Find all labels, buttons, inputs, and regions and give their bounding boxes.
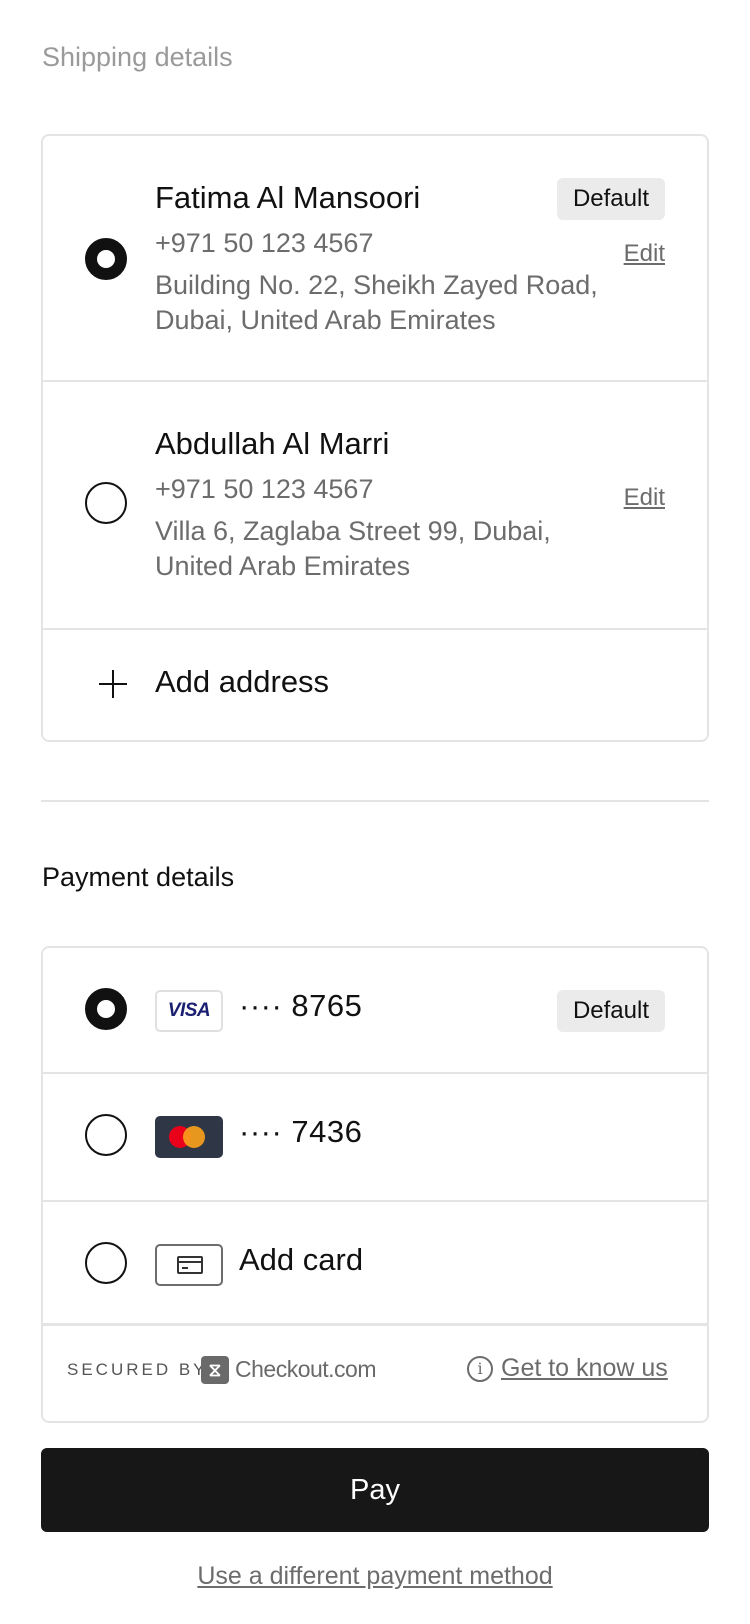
address-2-name: Abdullah Al Marri (155, 426, 390, 461)
address-option-1[interactable]: Fatima Al Mansoori +971 50 123 4567 Buil… (43, 136, 707, 382)
different-payment-method-link[interactable]: Use a different payment method (0, 1562, 750, 1591)
address-2-edit-link[interactable]: Edit (624, 484, 665, 512)
add-card-radio[interactable] (85, 1242, 127, 1284)
mastercard-masked-number: ···· 7436 (239, 1114, 363, 1149)
checkout-brand-name: Checkout.com (235, 1356, 377, 1382)
visa-default-badge: Default (556, 990, 665, 1032)
mastercard-radio[interactable] (85, 1114, 127, 1156)
address-1-text: Building No. 22, Sheikh Zayed Road, Duba… (155, 270, 598, 335)
plus-icon (99, 670, 127, 698)
get-to-know-us-link[interactable]: Get to know us (501, 1354, 668, 1383)
address-1-radio[interactable] (85, 238, 127, 280)
visa-logo-icon: VISA (155, 990, 223, 1032)
add-card-option[interactable]: Add card (43, 1202, 707, 1326)
address-list: Fatima Al Mansoori +971 50 123 4567 Buil… (41, 134, 709, 742)
address-2-radio[interactable] (85, 482, 127, 524)
checkout-logo-icon: ⧖ (201, 1356, 229, 1384)
payment-section-title: Payment details (42, 862, 235, 892)
add-address-button[interactable]: Add address (43, 630, 707, 738)
address-1-default-badge: Default (556, 178, 665, 220)
address-1-phone: +971 50 123 4567 (155, 228, 374, 258)
info-icon: i (467, 1356, 493, 1382)
credit-card-icon (155, 1244, 223, 1286)
address-2-phone: +971 50 123 4567 (155, 474, 374, 504)
payment-option-mastercard[interactable]: ···· 7436 (43, 1074, 707, 1202)
section-divider (41, 800, 709, 802)
address-1-name: Fatima Al Mansoori (155, 180, 421, 215)
mastercard-logo-icon (155, 1116, 223, 1158)
visa-radio[interactable] (85, 988, 127, 1030)
add-address-label: Add address (155, 664, 330, 699)
secured-by-footer: SECURED BY ⧖ Checkout.com i Get to know … (43, 1326, 707, 1416)
payment-method-list: VISA ···· 8765 Default ···· 7436 Add car… (41, 946, 709, 1423)
secured-by-label: SECURED BY (67, 1360, 208, 1379)
pay-button[interactable]: Pay (41, 1448, 709, 1532)
address-option-2[interactable]: Abdullah Al Marri +971 50 123 4567 Villa… (43, 382, 707, 630)
address-2-text: Villa 6, Zaglaba Street 99, Dubai, Unite… (155, 516, 551, 581)
add-card-label: Add card (239, 1242, 364, 1277)
shipping-section-title: Shipping details (42, 42, 233, 72)
visa-masked-number: ···· 8765 (239, 988, 363, 1023)
checkout-page: Shipping details Fatima Al Mansoori +971… (0, 0, 750, 1624)
address-1-edit-link[interactable]: Edit (624, 240, 665, 268)
payment-option-visa[interactable]: VISA ···· 8765 Default (43, 948, 707, 1074)
